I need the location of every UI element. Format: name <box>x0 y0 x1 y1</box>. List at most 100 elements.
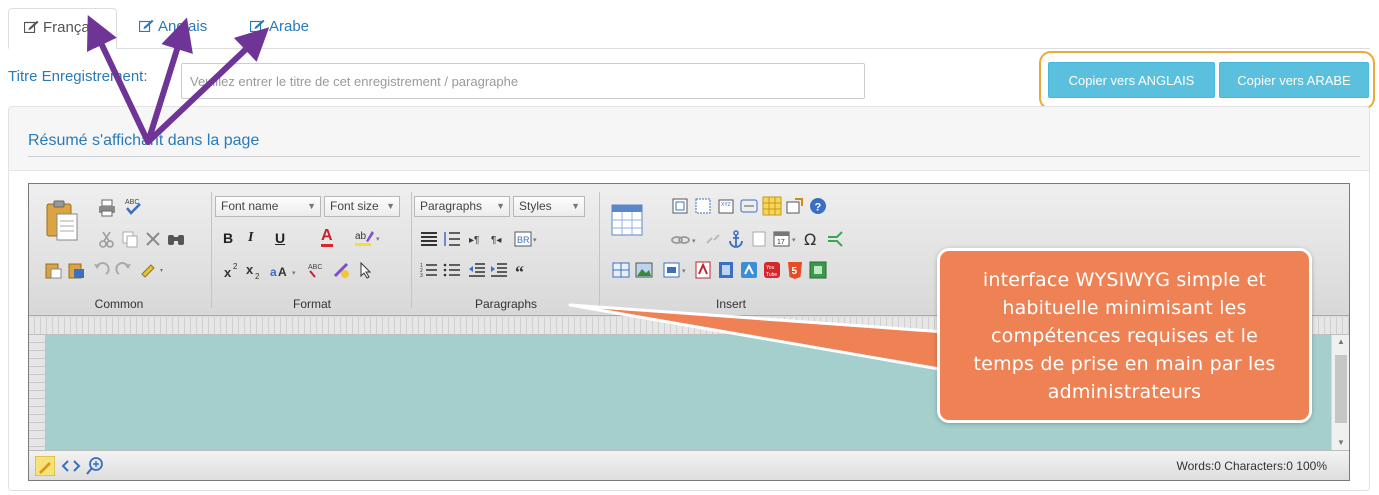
find-icon[interactable] <box>166 229 186 249</box>
unlink-icon[interactable] <box>703 229 723 249</box>
tab-english[interactable]: Anglais <box>124 8 222 49</box>
properties-icon[interactable] <box>785 196 805 216</box>
group-label-format: Format <box>292 297 331 311</box>
insert-code-icon[interactable] <box>808 260 828 280</box>
html5-icon[interactable]: 5 <box>785 260 805 280</box>
select-value: Styles <box>519 199 552 213</box>
paste-word-icon[interactable] <box>66 260 86 280</box>
panel-header: Résumé s'affichant dans la page <box>9 107 1369 171</box>
outdent-icon[interactable] <box>467 260 487 280</box>
svg-text:“: “ <box>515 262 524 280</box>
spellcheck-icon[interactable]: ABC <box>123 196 143 216</box>
select-value: Font name <box>221 199 279 213</box>
special-char-icon[interactable]: Ω <box>802 229 822 249</box>
youtube-icon[interactable]: You Tube <box>762 260 782 280</box>
insert-picture-icon[interactable] <box>634 260 654 280</box>
copy-icon[interactable] <box>120 229 140 249</box>
show-grid-icon[interactable] <box>762 196 782 216</box>
select-value: Font size <box>330 199 379 213</box>
subscript-icon[interactable]: x2 <box>245 260 265 280</box>
anchor-icon[interactable] <box>726 229 746 249</box>
bold-button[interactable]: B <box>223 229 233 247</box>
bookmark-icon[interactable] <box>749 229 769 249</box>
scroll-up-icon[interactable]: ▲ <box>1332 335 1350 349</box>
ltr-icon[interactable]: ▸¶ <box>467 229 487 249</box>
undo-icon[interactable] <box>91 260 111 280</box>
svg-text:5: 5 <box>792 266 798 277</box>
rtl-icon[interactable]: ¶◂ <box>489 229 509 249</box>
design-mode-icon[interactable] <box>35 456 55 476</box>
text-case-icon[interactable]: a A ▾ <box>269 260 301 280</box>
editor-scrollbar[interactable]: ▲ ▼ <box>1331 335 1349 450</box>
font-color-button[interactable]: A <box>321 228 333 247</box>
feature-callout: interface WYSIWYG simple et habituelle m… <box>937 248 1312 423</box>
indent-icon[interactable] <box>489 260 509 280</box>
insert-date-icon[interactable]: 17 ▾ <box>772 229 800 249</box>
svg-text:x: x <box>246 262 254 277</box>
svg-text:ab: ab <box>355 231 367 242</box>
line-spacing-icon[interactable] <box>442 229 462 249</box>
format-painter-icon[interactable] <box>139 260 167 280</box>
svg-text:?: ? <box>815 202 822 214</box>
group-separator <box>211 192 212 308</box>
svg-text:▾: ▾ <box>692 238 696 245</box>
callout-line: temps de prise en main par les <box>973 353 1276 375</box>
group-label-insert: Insert <box>715 297 746 311</box>
insert-layer-icon[interactable] <box>693 196 713 216</box>
insert-table-icon[interactable] <box>611 204 643 236</box>
divider <box>28 156 1360 157</box>
insert-document-icon[interactable] <box>716 260 736 280</box>
paste-icon[interactable] <box>43 198 79 242</box>
styles-select[interactable]: Styles ▼ <box>513 196 585 217</box>
word-count-status: Words:0 Characters:0 100% <box>1176 459 1327 473</box>
help-icon[interactable]: ? <box>808 196 828 216</box>
insert-template-icon[interactable]: XYZ <box>716 196 736 216</box>
svg-text:XYZ: XYZ <box>721 202 731 208</box>
paste-text-icon[interactable] <box>43 260 63 280</box>
preview-zoom-icon[interactable] <box>85 456 105 476</box>
tab-label: Arabe <box>269 18 310 35</box>
insert-link-icon[interactable]: ▾ <box>670 229 700 249</box>
select-value: Paragraphs <box>420 199 483 213</box>
insert-pdf-icon[interactable] <box>693 260 713 280</box>
emoticon-icon[interactable] <box>825 229 845 249</box>
insert-form-icon[interactable] <box>739 196 759 216</box>
insert-image-icon[interactable] <box>611 260 631 280</box>
insert-box-icon[interactable] <box>670 196 690 216</box>
align-justify-icon[interactable] <box>419 229 439 249</box>
scrollbar-thumb[interactable] <box>1335 355 1347 423</box>
delete-icon[interactable] <box>143 229 163 249</box>
callout-line: habituelle minimisant les <box>1002 297 1247 319</box>
spell-abc-icon[interactable]: ABC <box>307 260 327 280</box>
paragraph-format-select[interactable]: Paragraphs ▼ <box>414 196 510 217</box>
underline-button[interactable]: U <box>275 229 285 247</box>
tab-french[interactable]: Français <box>8 8 117 49</box>
redo-icon[interactable] <box>114 260 134 280</box>
block-element-icon[interactable]: BR ▾ <box>513 229 541 249</box>
edit-icon <box>24 20 39 33</box>
superscript-icon[interactable]: x2 <box>223 260 243 280</box>
font-size-select[interactable]: Font size ▼ <box>324 196 400 217</box>
record-title-input[interactable] <box>181 63 865 99</box>
blockquote-icon[interactable]: “ <box>513 260 533 280</box>
unordered-list-icon[interactable] <box>442 260 462 280</box>
scroll-down-icon[interactable]: ▼ <box>1332 436 1350 450</box>
svg-text:A: A <box>278 265 287 279</box>
print-icon[interactable] <box>97 198 117 218</box>
cut-icon[interactable] <box>97 229 117 249</box>
svg-text:17: 17 <box>777 239 785 246</box>
insert-media-icon[interactable]: ▾ <box>662 260 690 280</box>
ordered-list-icon[interactable]: 123 <box>419 260 439 280</box>
copy-to-english-button[interactable]: Copier vers ANGLAIS <box>1048 62 1215 98</box>
font-name-select[interactable]: Font name ▼ <box>215 196 321 217</box>
html-mode-icon[interactable] <box>61 456 81 476</box>
insert-flash-icon[interactable] <box>739 260 759 280</box>
style-picker-icon[interactable] <box>331 260 351 280</box>
tab-arabic[interactable]: Arabe <box>235 8 324 49</box>
copy-to-arabic-button[interactable]: Copier vers ARABE <box>1219 62 1369 98</box>
svg-text:▸¶: ▸¶ <box>469 235 479 246</box>
italic-button[interactable]: I <box>248 229 253 247</box>
highlight-icon[interactable]: ab ▾ <box>353 228 385 248</box>
editor-statusbar: Words:0 Characters:0 100% <box>29 450 1349 480</box>
select-pointer-icon[interactable] <box>355 260 375 280</box>
